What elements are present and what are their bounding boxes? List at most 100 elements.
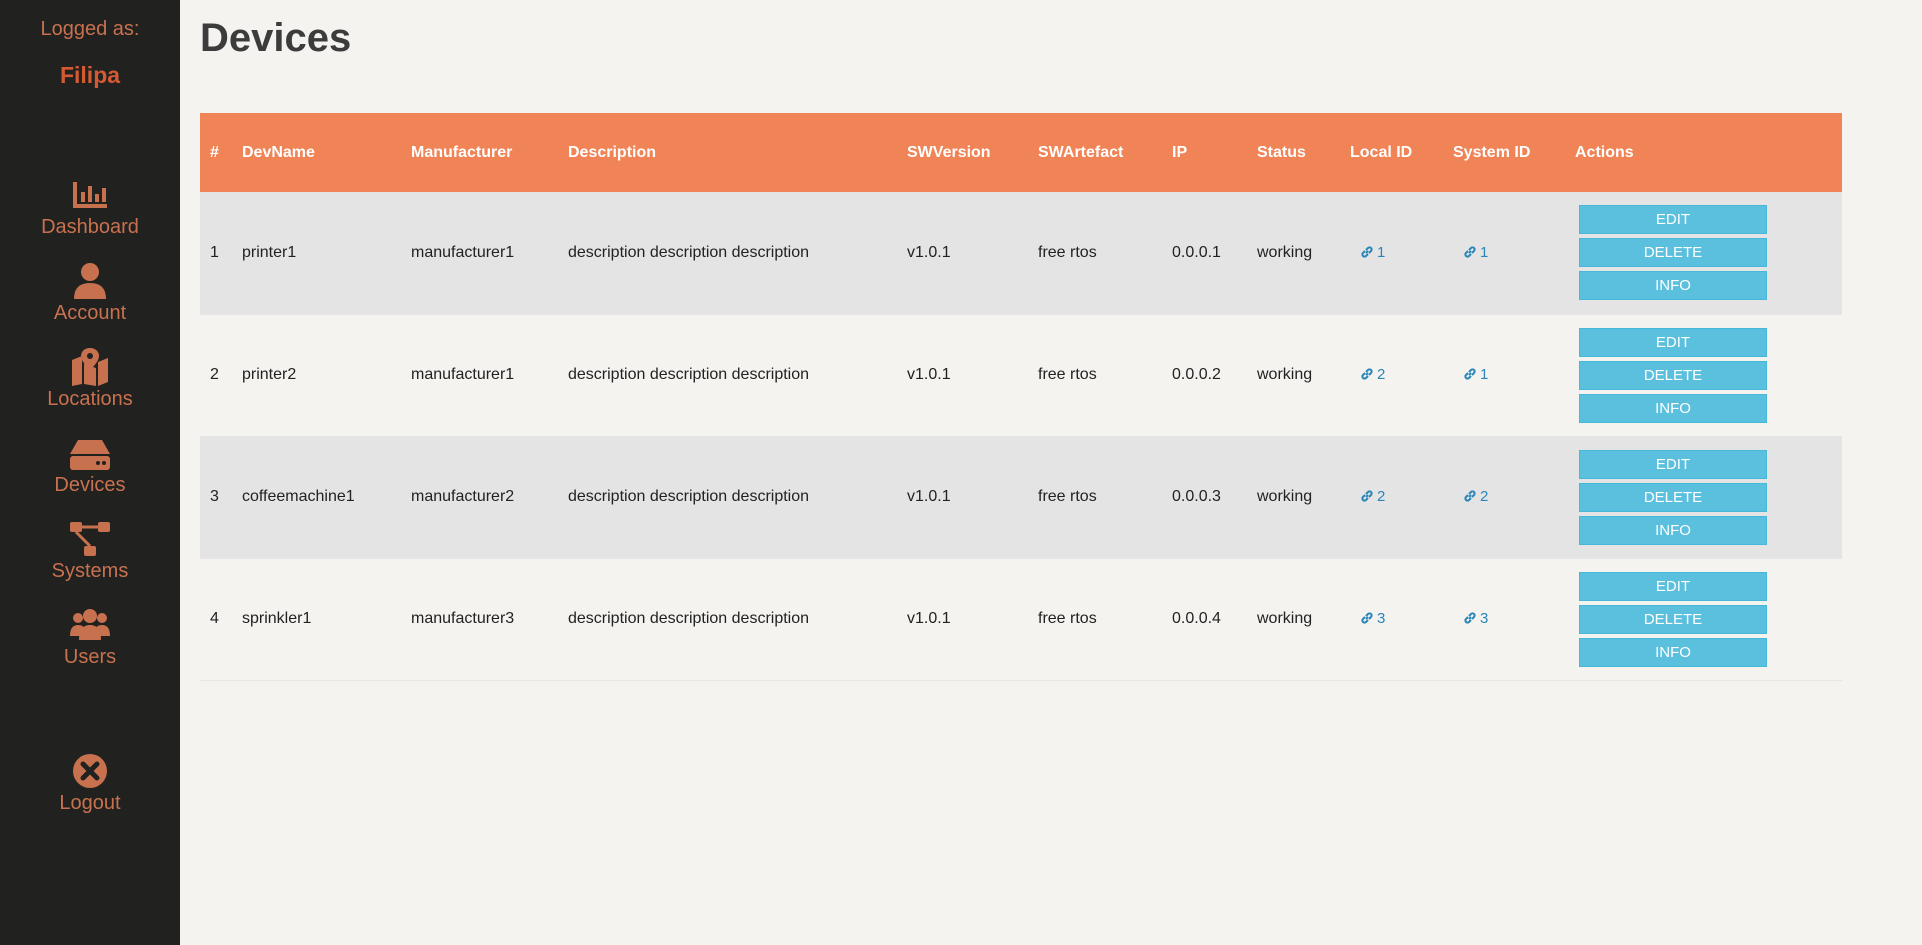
close-circle-icon (73, 754, 107, 788)
info-button[interactable]: INFO (1579, 393, 1767, 423)
swversion-cell: v1.0.1 (907, 610, 951, 627)
local-id-cell: 1 (1340, 192, 1443, 314)
description-cell: description description description (568, 610, 810, 627)
sidebar-item-dashboard[interactable]: Dashboard (0, 176, 180, 252)
description-cell: description description description (568, 366, 810, 383)
edit-button[interactable]: EDIT (1579, 449, 1767, 479)
local-id-value: 3 (1377, 610, 1386, 627)
sidebar-item-label: Locations (47, 388, 133, 410)
dashboard-chart-icon (73, 182, 107, 208)
system-id-value: 2 (1480, 488, 1489, 505)
system-id-cell: 1 (1443, 314, 1565, 436)
local-id-link[interactable]: 2 (1350, 366, 1385, 383)
info-button[interactable]: INFO (1579, 637, 1767, 667)
ip-cell: 0.0.0.4 (1172, 610, 1221, 627)
swartefact-cell: free rtos (1038, 610, 1097, 627)
description-cell: description description description (568, 488, 810, 505)
ip-cell: 0.0.0.1 (1172, 243, 1221, 261)
local-id-link[interactable]: 2 (1350, 488, 1385, 505)
users-icon (70, 609, 110, 640)
actions-cell: EDIT DELETE INFO (1565, 192, 1842, 314)
sitemap-icon (70, 522, 110, 556)
edit-button[interactable]: EDIT (1579, 327, 1767, 357)
row-number: 4 (210, 610, 219, 627)
swartefact-cell: free rtos (1038, 243, 1097, 261)
description-cell: description description description (568, 243, 810, 261)
edit-button[interactable]: EDIT (1579, 571, 1767, 601)
user-name: Filipa (59, 62, 121, 88)
swartefact-cell: free rtos (1038, 488, 1097, 505)
system-id-cell: 2 (1443, 436, 1565, 558)
sidebar-item-users[interactable]: Users (0, 606, 180, 682)
delete-button[interactable]: DELETE (1579, 238, 1767, 268)
sidebar-item-locations[interactable]: Locations (0, 348, 180, 424)
row-number: 1 (210, 243, 219, 261)
local-id-value: 2 (1377, 488, 1386, 505)
column-header: Manufacturer (411, 143, 513, 161)
column-header: System ID (1453, 143, 1531, 161)
sidebar-item-label: Devices (54, 474, 126, 496)
manufacturer-cell: manufacturer1 (411, 243, 515, 261)
manufacturer-cell: manufacturer2 (411, 488, 515, 505)
delete-button[interactable]: DELETE (1579, 360, 1767, 390)
status-cell: working (1257, 610, 1313, 627)
manufacturer-cell: manufacturer1 (411, 366, 515, 383)
table-header-row: # DevName Manufacturer Description SWVer… (200, 113, 1842, 192)
delete-button[interactable]: DELETE (1579, 482, 1767, 512)
sidebar-item-label: Dashboard (41, 216, 139, 238)
hdd-icon (70, 440, 110, 470)
system-id-cell: 1 (1443, 192, 1565, 314)
status-cell: working (1257, 366, 1313, 383)
sidebar: Logged as: Filipa Dashboard Account Loca… (0, 0, 180, 945)
devname-cell: sprinkler1 (242, 610, 312, 627)
delete-button[interactable]: DELETE (1579, 604, 1767, 634)
local-id-value: 1 (1377, 243, 1386, 261)
column-header: Local ID (1350, 143, 1413, 161)
column-header: SWVersion (907, 143, 991, 161)
link-icon (1464, 368, 1476, 380)
main-content: Devices # DevName Manufacturer Descripti… (180, 0, 1922, 945)
link-icon (1464, 612, 1476, 624)
link-icon (1361, 612, 1373, 624)
edit-button[interactable]: EDIT (1579, 205, 1767, 235)
devname-cell: printer2 (242, 366, 297, 383)
info-button[interactable]: INFO (1579, 515, 1767, 545)
sidebar-item-label: Users (63, 646, 117, 668)
system-id-link[interactable]: 2 (1453, 488, 1488, 505)
table-row: 3 coffeemachine1 manufacturer2 descripti… (200, 436, 1842, 558)
actions-cell: EDIT DELETE INFO (1565, 436, 1842, 558)
system-id-link[interactable]: 1 (1453, 366, 1488, 383)
devname-cell: printer1 (242, 243, 297, 261)
column-header: # (210, 143, 219, 161)
page-title: Devices (200, 16, 352, 60)
system-id-cell: 3 (1443, 558, 1565, 680)
table-row: 2 printer2 manufacturer1 description des… (200, 314, 1842, 436)
devices-table: # DevName Manufacturer Description SWVer… (200, 113, 1842, 681)
system-id-value: 3 (1480, 610, 1489, 627)
sidebar-item-account[interactable]: Account (0, 262, 180, 338)
devname-cell: coffeemachine1 (242, 488, 355, 505)
local-id-cell: 2 (1340, 314, 1443, 436)
logged-as-label: Logged as: (40, 18, 140, 40)
map-marker-icon (72, 348, 108, 386)
ip-cell: 0.0.0.3 (1172, 488, 1221, 505)
logout-button[interactable]: Logout (0, 752, 180, 828)
link-icon (1361, 246, 1373, 258)
table-row: 1 printer1 manufacturer1 description des… (200, 192, 1842, 314)
actions-cell: EDIT DELETE INFO (1565, 314, 1842, 436)
user-icon (74, 263, 106, 299)
sidebar-item-label: Account (53, 302, 127, 324)
sidebar-item-devices[interactable]: Devices (0, 434, 180, 510)
local-id-link[interactable]: 3 (1350, 610, 1385, 627)
link-icon (1464, 490, 1476, 502)
column-header: IP (1172, 143, 1188, 161)
local-id-cell: 3 (1340, 558, 1443, 680)
system-id-link[interactable]: 1 (1453, 244, 1488, 261)
link-icon (1361, 490, 1373, 502)
ip-cell: 0.0.0.2 (1172, 366, 1221, 383)
column-header: Description (568, 143, 657, 161)
system-id-link[interactable]: 3 (1453, 610, 1488, 627)
info-button[interactable]: INFO (1579, 271, 1767, 301)
sidebar-item-systems[interactable]: Systems (0, 520, 180, 596)
local-id-link[interactable]: 1 (1350, 244, 1385, 261)
